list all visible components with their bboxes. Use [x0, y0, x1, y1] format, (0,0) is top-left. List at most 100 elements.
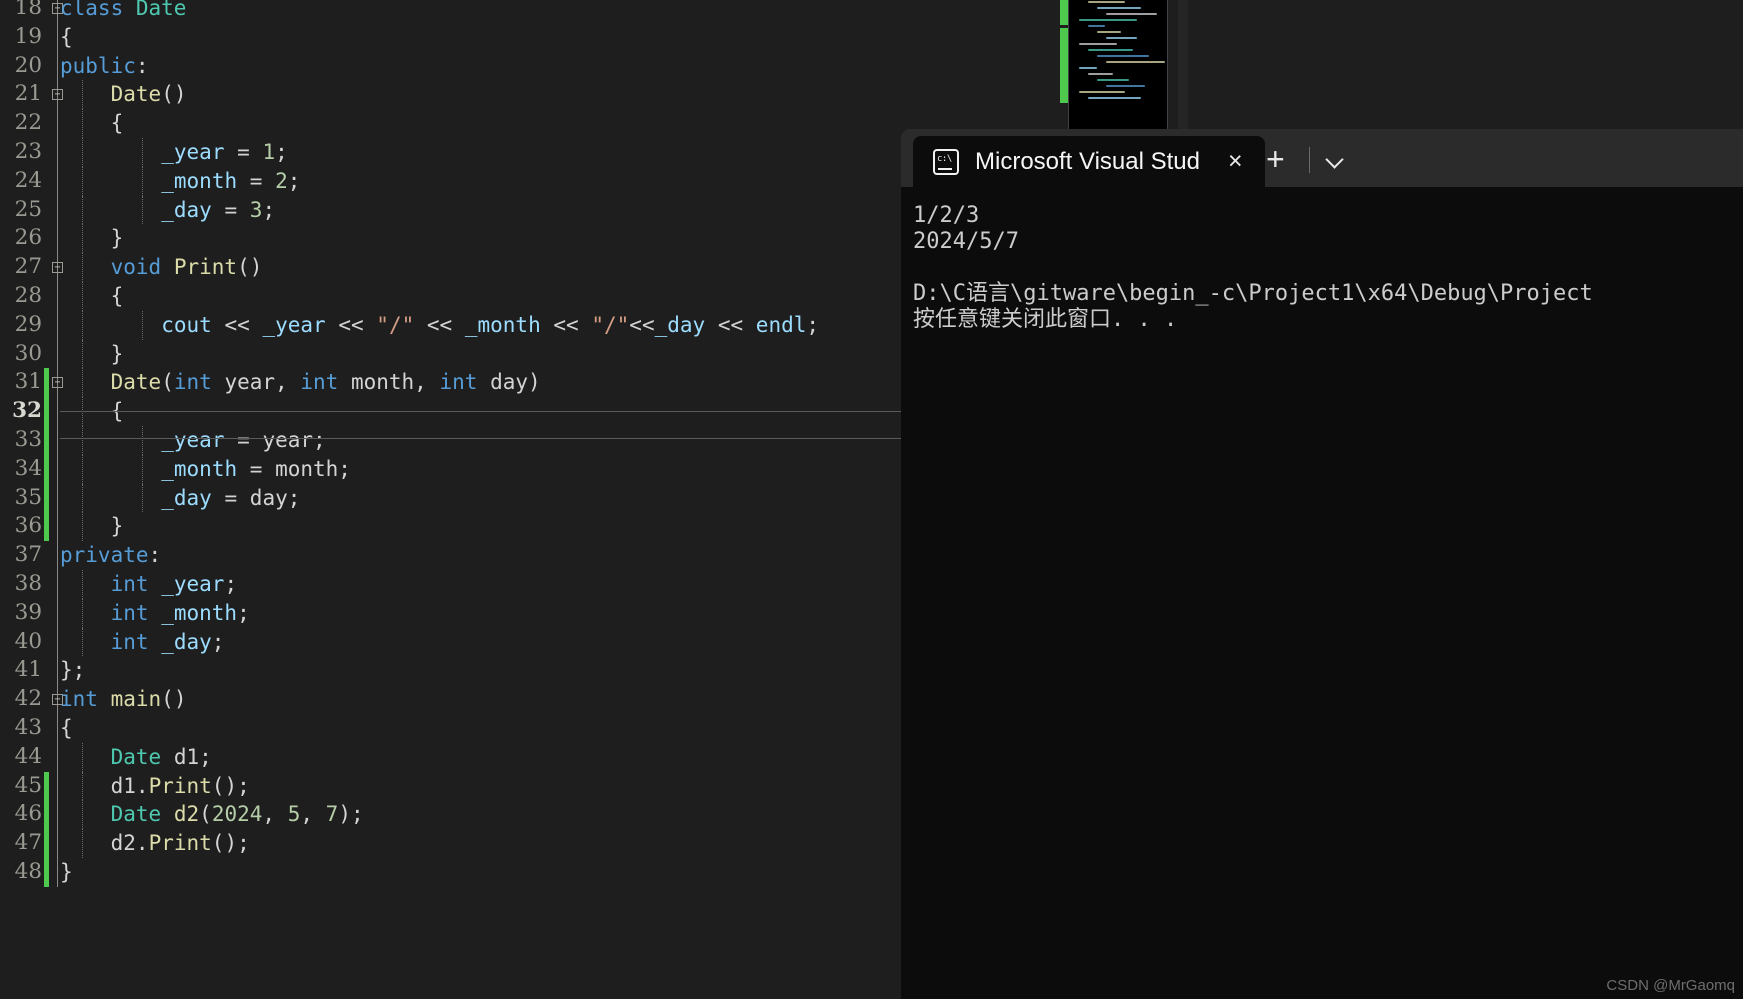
code-text: _year = year;: [161, 427, 326, 452]
line-number: 31: [14, 369, 42, 395]
code-text: {: [110, 111, 124, 136]
line-number: 38: [14, 570, 42, 596]
line-number: 37: [14, 542, 42, 568]
line-number: 18: [14, 0, 42, 20]
indent-guide: [57, 195, 58, 225]
code-text: Date(int year, int month, int day): [110, 370, 541, 395]
line-change-indicator: [44, 397, 49, 426]
indent-guide: [57, 742, 58, 772]
line-number: 25: [14, 196, 42, 222]
minimap-line: [1106, 13, 1157, 15]
indent-guide: [57, 425, 58, 455]
line-number: 47: [14, 830, 42, 856]
minimap-line: [1097, 7, 1141, 9]
code-text: void Print(): [110, 255, 263, 280]
terminal-window[interactable]: Microsoft Visual Stud × + 1/2/32024/5/7 D…: [901, 129, 1743, 999]
code-line[interactable]: 21− Date(): [0, 80, 1160, 110]
line-number: 22: [14, 110, 42, 136]
toolbar-separator: [1309, 147, 1310, 173]
code-text: }: [110, 341, 124, 366]
minimap-change-bar-top: [1060, 0, 1068, 25]
code-text: cout << _year << "/" << _month << "/"<<_…: [161, 312, 820, 337]
new-tab-button[interactable]: +: [1256, 143, 1295, 175]
code-text: {: [110, 283, 124, 308]
indent-guide: [57, 483, 58, 513]
minimap-line: [1079, 43, 1117, 45]
line-change-indicator: [44, 454, 49, 484]
code-text: {: [60, 24, 73, 49]
line-change-indicator: [44, 483, 49, 513]
minimap-change-bar-bottom: [1060, 28, 1068, 103]
line-number: 42: [14, 686, 42, 712]
indent-guide: [57, 166, 58, 196]
line-number: 27: [14, 254, 42, 280]
code-text: }: [110, 514, 124, 539]
code-text: _day = day;: [161, 485, 301, 510]
terminal-output-line: D:\C语言\gitware\begin_-c\Project1\x64\Deb…: [913, 281, 1593, 306]
minimap-line: [1106, 85, 1145, 87]
terminal-tab[interactable]: Microsoft Visual Stud ×: [913, 136, 1265, 187]
line-number: 33: [14, 426, 42, 452]
minimap-line: [1097, 79, 1129, 81]
indent-guide: [57, 598, 58, 628]
indent-guide: [57, 339, 58, 369]
code-text: }: [110, 226, 124, 251]
line-number: 32: [12, 398, 42, 424]
line-number: 23: [14, 138, 42, 164]
code-text: int _day;: [110, 629, 225, 654]
line-number: 24: [14, 167, 42, 193]
code-text: _day = 3;: [161, 197, 276, 222]
editor-minimap[interactable]: [1068, 0, 1168, 135]
minimap-line: [1088, 1, 1125, 3]
indent-guide: [57, 454, 58, 484]
code-text: };: [60, 658, 86, 683]
line-number: 36: [14, 513, 42, 539]
code-text: Date d1;: [110, 744, 212, 769]
indent-guide: [57, 109, 58, 138]
minimap-line: [1079, 19, 1137, 21]
code-text: int main(): [60, 687, 187, 712]
line-number: 45: [14, 772, 42, 798]
line-number: 44: [14, 743, 42, 769]
indent-guide: [57, 137, 58, 167]
indent-guide: [57, 627, 58, 657]
code-text: {: [110, 399, 124, 424]
line-change-indicator: [44, 829, 49, 858]
code-text: _month = 2;: [161, 168, 301, 193]
code-line[interactable]: 20 public:: [0, 51, 1160, 81]
line-number: 40: [14, 628, 42, 654]
terminal-titlebar[interactable]: Microsoft Visual Stud × +: [901, 129, 1743, 187]
code-line[interactable]: 19 {: [0, 22, 1160, 52]
indent-guide: [57, 224, 58, 254]
minimap-line: [1088, 73, 1113, 75]
indent-guide: [57, 281, 58, 311]
indent-guide: [57, 656, 58, 686]
code-text: _year = 1;: [161, 139, 288, 164]
minimap-line: [1106, 37, 1137, 39]
line-number: 28: [14, 282, 42, 308]
code-line[interactable]: 18− class Date: [0, 0, 1160, 23]
code-text: _month = month;: [161, 456, 351, 481]
line-number: 46: [14, 801, 42, 827]
minimap-line: [1079, 91, 1125, 93]
line-change-indicator: [44, 425, 49, 455]
line-number: 21: [14, 81, 42, 107]
terminal-tab-title: Microsoft Visual Stud: [975, 147, 1200, 175]
console-cmd-icon: [933, 148, 959, 175]
indent-guide: [57, 713, 58, 743]
editor-right-pane: [1178, 0, 1188, 140]
line-number: 35: [14, 484, 42, 510]
terminal-output-line: 1/2/3: [913, 203, 980, 228]
indent-guide: [57, 22, 58, 52]
close-icon[interactable]: ×: [1220, 147, 1251, 176]
terminal-output-area[interactable]: 1/2/3 2024/5/7 D:\C语言\gitware\begin_-c\Pro…: [901, 187, 1743, 999]
line-change-indicator: [44, 512, 49, 542]
code-text: d2.Print();: [110, 831, 250, 856]
code-text: Date(): [110, 82, 187, 107]
line-number: 34: [14, 455, 42, 481]
chevron-down-icon[interactable]: [1321, 147, 1349, 173]
code-text: private:: [60, 543, 162, 568]
minimap-line: [1106, 61, 1165, 63]
indent-guide: [57, 51, 58, 81]
